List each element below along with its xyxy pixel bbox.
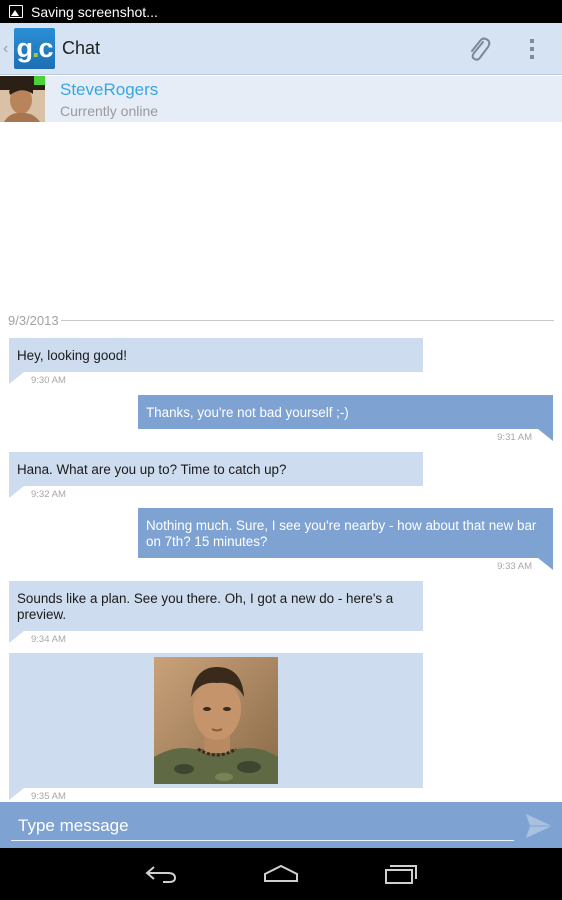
message-bubble: Hey, looking good!	[9, 338, 423, 372]
message-time: 9:35 AM	[31, 791, 66, 802]
message-bubble: Sounds like a plan. See you there. Oh, I…	[9, 581, 423, 631]
date-divider: 9/3/2013	[8, 312, 554, 328]
back-arrow-icon	[145, 866, 177, 883]
recent-apps-icon	[385, 865, 417, 884]
back-button[interactable]	[141, 860, 181, 888]
photo-image	[154, 657, 278, 784]
send-button[interactable]	[524, 811, 554, 841]
message-incoming[interactable]: Hey, looking good! 9:30 AM	[9, 338, 423, 387]
message-bubble: Thanks, you're not bad yourself ;-)	[138, 395, 553, 429]
message-input[interactable]	[11, 811, 514, 841]
message-incoming[interactable]: Sounds like a plan. See you there. Oh, I…	[9, 581, 423, 646]
home-button[interactable]	[261, 860, 301, 888]
action-bar: ‹ g.c Chat	[0, 23, 562, 75]
logo-letter-g: g	[16, 33, 32, 63]
bubble-tail	[9, 631, 24, 643]
message-bubble: Nothing much. Sure, I see you're nearby …	[138, 508, 553, 558]
message-time: 9:32 AM	[31, 489, 66, 500]
status-notification: Saving screenshot...	[31, 3, 158, 20]
message-time: 9:34 AM	[31, 634, 66, 645]
message-bubble: Hana. What are you up to? Time to catch …	[9, 452, 423, 486]
contact-status: Currently online	[60, 102, 159, 119]
online-indicator	[34, 76, 45, 85]
message-incoming[interactable]: Hana. What are you up to? Time to catch …	[9, 452, 423, 501]
back-caret-icon[interactable]: ‹	[3, 40, 13, 58]
app-logo[interactable]: g.c	[14, 28, 55, 69]
bubble-tail	[9, 486, 24, 498]
paperclip-icon	[471, 37, 491, 61]
bubble-tail	[9, 372, 24, 384]
avatar[interactable]	[0, 76, 45, 122]
date-label: 9/3/2013	[8, 312, 59, 328]
contact-name[interactable]: SteveRogers	[60, 80, 158, 100]
overflow-dot-icon	[530, 46, 534, 51]
message-time: 9:31 AM	[497, 432, 532, 443]
recent-apps-button[interactable]	[381, 860, 421, 888]
bubble-tail	[538, 429, 553, 441]
overflow-dot-icon	[530, 38, 534, 43]
logo-letter-c: c	[38, 33, 53, 63]
bubble-tail	[538, 558, 553, 570]
image-icon	[9, 5, 23, 18]
message-outgoing[interactable]: Nothing much. Sure, I see you're nearby …	[138, 508, 553, 573]
photo-attachment[interactable]	[154, 657, 278, 784]
overflow-dot-icon	[530, 54, 534, 59]
message-composer	[0, 802, 562, 848]
page-title: Chat	[62, 38, 101, 58]
attach-button[interactable]	[462, 29, 496, 69]
divider-line	[60, 319, 554, 321]
status-bar: Saving screenshot...	[0, 0, 562, 23]
message-time: 9:33 AM	[497, 561, 532, 572]
message-time: 9:30 AM	[31, 375, 66, 386]
send-icon	[526, 814, 552, 838]
home-icon	[264, 864, 298, 882]
bubble-tail	[9, 788, 24, 800]
overflow-menu-button[interactable]	[522, 29, 542, 69]
message-outgoing[interactable]: Thanks, you're not bad yourself ;-) 9:31…	[138, 395, 553, 444]
system-nav-bar	[0, 848, 562, 900]
contact-header[interactable]: SteveRogers Currently online	[0, 76, 562, 122]
